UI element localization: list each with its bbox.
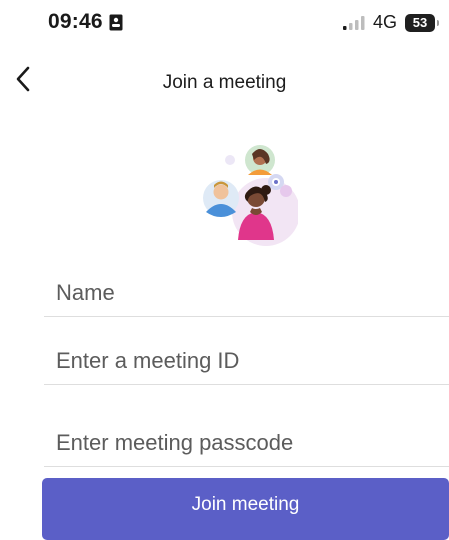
- status-left: 09:46: [48, 10, 123, 34]
- meeting-id-field[interactable]: [44, 322, 449, 385]
- name-input[interactable]: [56, 280, 436, 306]
- battery-icon: 53: [405, 13, 439, 32]
- join-meeting-button[interactable]: Join meeting: [42, 478, 449, 540]
- name-field[interactable]: [44, 254, 449, 317]
- battery-level: 53: [412, 15, 428, 30]
- passcode-field[interactable]: [44, 404, 449, 467]
- meeting-id-input[interactable]: [56, 348, 436, 374]
- status-right: 4G 53: [342, 12, 439, 33]
- passcode-input[interactable]: [56, 430, 436, 456]
- signal-icon: [342, 15, 365, 30]
- people-illustration-icon: [188, 138, 300, 248]
- status-time: 09:46: [48, 10, 103, 33]
- network-type: 4G: [372, 12, 397, 32]
- status-bar: 09:46 4G 53: [0, 0, 449, 44]
- id-card-icon: [109, 14, 123, 31]
- header: Join a meeting: [0, 60, 449, 104]
- page-title: Join a meeting: [162, 72, 287, 93]
